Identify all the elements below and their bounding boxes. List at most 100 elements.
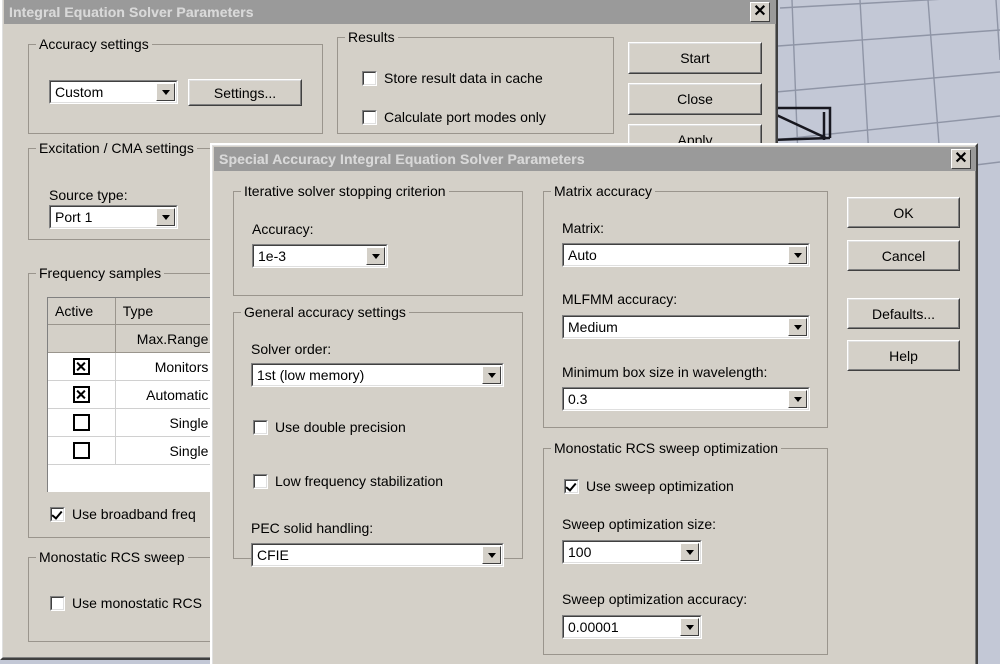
- defaults-button[interactable]: Defaults...: [847, 298, 960, 329]
- checkbox-box: [50, 506, 65, 522]
- minimum-box-size-label: Minimum box size in wavelength:: [562, 364, 768, 380]
- checkbox-box: [253, 473, 268, 489]
- dialog2-close-icon[interactable]: ✕: [951, 149, 971, 169]
- start-button[interactable]: Start: [628, 42, 762, 74]
- accuracy-settings-button-label: Settings...: [213, 84, 277, 101]
- calculate-port-modes-checkbox[interactable]: Calculate port modes only: [362, 109, 546, 125]
- source-type-label: Source type:: [49, 187, 128, 203]
- sweep-optimization-size-value: 100: [568, 544, 592, 560]
- checkbox-empty-icon[interactable]: [72, 414, 90, 431]
- chevron-down-icon[interactable]: [156, 83, 175, 101]
- subheader-blank: [48, 325, 116, 353]
- low-frequency-stabilization-label: Low frequency stabilization: [275, 473, 444, 489]
- row-active-cell[interactable]: [48, 437, 116, 465]
- accuracy-settings-button[interactable]: Settings...: [188, 79, 302, 106]
- dialog1-title: Integral Equation Solver Parameters: [9, 4, 254, 20]
- checkbox-box: [362, 70, 377, 86]
- monostatic-rcs-sweep-title: Monostatic RCS sweep: [36, 549, 188, 565]
- close-button[interactable]: Close: [628, 83, 762, 115]
- chevron-down-icon[interactable]: [482, 546, 501, 564]
- rcs-sweep-optimization-title: Monostatic RCS sweep optimization: [551, 440, 782, 456]
- row-type-cell: Monitors: [115, 353, 213, 381]
- chevron-down-icon[interactable]: [788, 390, 807, 408]
- ok-button[interactable]: OK: [847, 197, 960, 228]
- column-header-type[interactable]: Type: [115, 298, 213, 325]
- use-sweep-optimization-checkbox[interactable]: Use sweep optimization: [564, 478, 734, 494]
- source-type-combo[interactable]: Port 1: [49, 205, 178, 229]
- chevron-down-icon[interactable]: [788, 246, 807, 264]
- accuracy-preset-combo[interactable]: Custom: [49, 80, 178, 104]
- pec-solid-handling-combo[interactable]: CFIE: [251, 543, 504, 567]
- start-button-label: Start: [680, 50, 710, 66]
- dialog2-title: Special Accuracy Integral Equation Solve…: [219, 151, 585, 167]
- checkbox-empty-icon[interactable]: [72, 442, 90, 459]
- low-frequency-stabilization-checkbox[interactable]: Low frequency stabilization: [253, 473, 443, 489]
- accuracy-settings-title: Accuracy settings: [36, 36, 152, 52]
- use-double-precision-checkbox[interactable]: Use double precision: [253, 419, 406, 435]
- iterative-accuracy-combo[interactable]: 1e-3: [252, 244, 388, 268]
- matrix-combo[interactable]: Auto: [562, 243, 810, 267]
- combo-inner-border: [563, 388, 809, 410]
- dialog1-close-icon[interactable]: ✕: [750, 2, 770, 22]
- solver-order-value: 1st (low memory): [257, 367, 365, 383]
- special-accuracy-dialog[interactable]: Special Accuracy Integral Equation Solve…: [210, 143, 978, 664]
- row-type-cell: Single: [115, 437, 213, 465]
- sweep-optimization-accuracy-combo[interactable]: 0.00001: [562, 615, 702, 639]
- chevron-down-icon[interactable]: [680, 618, 699, 636]
- minimum-box-size-combo[interactable]: 0.3: [562, 387, 810, 411]
- row-active-cell[interactable]: [48, 409, 116, 437]
- solver-order-combo[interactable]: 1st (low memory): [251, 363, 504, 387]
- sweep-optimization-accuracy-value: 0.00001: [568, 619, 619, 635]
- use-broadband-freq-checkbox[interactable]: Use broadband freq: [50, 506, 196, 522]
- checkbox-box: [50, 595, 65, 611]
- minimum-box-size-value: 0.3: [568, 391, 588, 407]
- iterative-solver-title: Iterative solver stopping criterion: [241, 183, 449, 199]
- column-header-active[interactable]: Active: [48, 298, 116, 325]
- mlfmm-accuracy-combo[interactable]: Medium: [562, 315, 810, 339]
- store-result-data-checkbox[interactable]: Store result data in cache: [362, 70, 543, 86]
- store-result-data-label: Store result data in cache: [384, 70, 543, 86]
- row-type-cell: Single: [115, 409, 213, 437]
- chevron-down-icon[interactable]: [680, 543, 699, 561]
- mlfmm-accuracy-value: Medium: [568, 319, 618, 335]
- checkbox-x-icon[interactable]: [72, 386, 90, 403]
- use-broadband-freq-label: Use broadband freq: [72, 506, 196, 522]
- matrix-value: Auto: [568, 247, 597, 263]
- help-button[interactable]: Help: [847, 340, 960, 371]
- pec-solid-handling-label: PEC solid handling:: [251, 520, 374, 536]
- help-button-label: Help: [889, 347, 918, 364]
- row-type-cell: Automatic: [115, 381, 213, 409]
- frequency-samples-title: Frequency samples: [36, 265, 165, 281]
- combo-inner-border: [252, 544, 503, 566]
- close-button-label: Close: [677, 91, 713, 107]
- use-double-precision-label: Use double precision: [275, 419, 406, 435]
- solver-order-label: Solver order:: [251, 341, 332, 357]
- source-type-value: Port 1: [55, 209, 93, 225]
- chevron-down-icon[interactable]: [482, 366, 501, 384]
- chevron-down-icon[interactable]: [156, 208, 175, 226]
- use-sweep-optimization-label: Use sweep optimization: [586, 478, 734, 494]
- sweep-optimization-size-combo[interactable]: 100: [562, 540, 702, 564]
- combo-inner-border: [563, 244, 809, 266]
- ok-button-label: OK: [893, 204, 914, 221]
- cancel-button-label: Cancel: [881, 247, 926, 264]
- general-accuracy-title: General accuracy settings: [241, 304, 409, 320]
- chevron-down-icon[interactable]: [788, 318, 807, 336]
- use-monostatic-rcs-checkbox[interactable]: Use monostatic RCS: [50, 595, 202, 611]
- checkbox-box: [362, 109, 377, 125]
- results-group-title: Results: [345, 29, 398, 45]
- mlfmm-accuracy-label: MLFMM accuracy:: [562, 291, 678, 307]
- dialog2-titlebar[interactable]: Special Accuracy Integral Equation Solve…: [214, 147, 976, 171]
- checkbox-box: [253, 419, 268, 435]
- calculate-port-modes-label: Calculate port modes only: [384, 109, 546, 125]
- checkbox-x-icon[interactable]: [72, 358, 90, 375]
- close-icon-glyph: ✕: [954, 150, 968, 167]
- screen: Integral Equation Solver Parameters ✕ Ac…: [0, 0, 1000, 664]
- row-active-cell[interactable]: [48, 353, 116, 381]
- row-active-cell[interactable]: [48, 381, 116, 409]
- chevron-down-icon[interactable]: [366, 247, 385, 265]
- cancel-button[interactable]: Cancel: [847, 240, 960, 271]
- matrix-label: Matrix:: [562, 220, 604, 236]
- sweep-optimization-accuracy-label: Sweep optimization accuracy:: [562, 591, 748, 607]
- dialog1-titlebar[interactable]: Integral Equation Solver Parameters: [4, 0, 776, 24]
